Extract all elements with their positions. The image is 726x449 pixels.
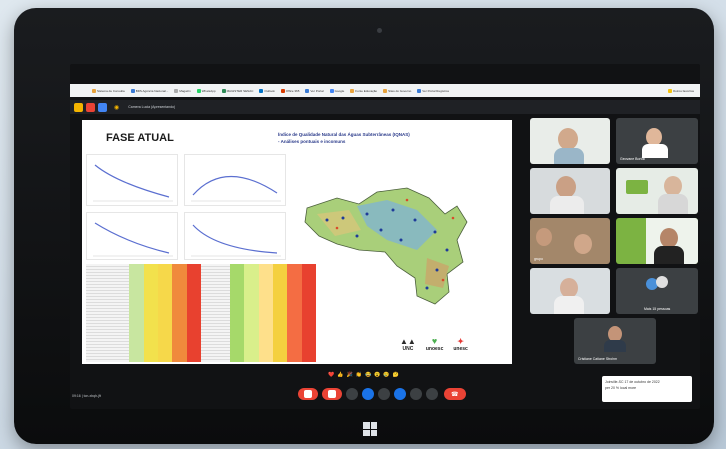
bookmark[interactable]: Outlook [259,88,275,93]
bookmarks-bar: Sistema de Consulta BDS Agência Nacional… [70,84,700,97]
reaction-laugh-icon[interactable]: 😂 [365,372,371,378]
bookmark[interactable]: Google [329,88,344,93]
bookmark[interactable]: Office 365 [280,88,299,93]
reaction-thinking-icon[interactable]: 🤔 [393,372,399,378]
participant-name: grupo [534,257,543,261]
reaction-sad-icon[interactable]: 😢 [383,372,389,378]
participant-tile-more[interactable]: Mais 15 pessoas [616,268,698,314]
mini-chart [184,212,286,260]
hangup-icon: ☎ [451,392,459,398]
chat-line: per 20 % local more [605,386,637,390]
participant-tile[interactable]: grupo [530,218,610,264]
mini-chart [86,154,178,206]
front-camera [377,28,382,33]
slide-subtitle: Índice de Qualidade Natural das Águas Su… [278,131,458,145]
reaction-surprise-icon[interactable]: 😮 [374,372,380,378]
meet-title: Camera Lucia (Apresentando) [128,105,176,109]
captions-button[interactable] [346,388,358,400]
bookmark[interactable]: BDS Agência Nacional... [130,88,168,93]
participant-tile[interactable] [616,218,698,264]
tablet-device: Sistema de Consulta BDS Agência Nacional… [14,8,714,444]
meet-bottom-bar: 09:16 | tcn-xbqh-jft ❤️ 👍 🎉 👏 😂 😮 😢 🤔 ☎ [70,372,700,409]
record-icon[interactable] [74,102,83,112]
bookmark[interactable]: Sistema de Consulta [92,88,125,93]
bookmark[interactable]: WhatsApp [196,88,216,93]
more-options-button[interactable] [410,388,422,400]
mic-toggle-button[interactable] [298,388,318,400]
raise-hand-button[interactable] [394,388,406,400]
live-icon[interactable] [86,102,95,112]
bookmark[interactable]: Sites do Governo [383,88,411,93]
bookmark[interactable]: Fonte Educação [350,88,377,93]
bookmark[interactable]: Magazin [174,88,191,93]
reaction-thumbs-icon[interactable]: 👍 [337,372,343,378]
logo-unoesc: ♥ unoesc [425,336,444,352]
data-table-image [86,264,316,362]
state-map-image [297,170,472,310]
logo-unc: ▲▲ UNC [400,337,416,352]
bookmark[interactable]: Ver Portal Registros [417,88,449,93]
reactions-bar: ❤️ 👍 🎉 👏 😂 😮 😢 🤔 [328,372,399,378]
reaction-heart-icon[interactable]: ❤️ [328,372,334,378]
participant-tile[interactable] [530,168,610,214]
participant-tile[interactable] [530,268,610,314]
bookmark[interactable]: Ver Portal [305,88,324,93]
bookmark-other[interactable]: Outros favoritos [667,88,700,93]
leave-call-button[interactable]: ☎ [444,388,466,400]
slide-title: FASE ATUAL [106,132,174,144]
participant-name: Geovane Bortoli [620,157,646,161]
presentation-slide: FASE ATUAL Índice de Qualidade Natural d… [82,120,512,364]
slide-subtitle-line2: - Análises pontuais e incomuns [278,139,346,144]
meet-top-bar: ◉ Camera Lucia (Apresentando) [70,100,700,114]
mini-chart [184,154,286,206]
tablet-screen: Sistema de Consulta BDS Agência Nacional… [70,64,700,409]
participant-tile[interactable] [616,168,698,214]
mini-chart [86,212,178,260]
participant-tile[interactable]: Cristiane Catiane Strohm [574,318,656,364]
reaction-clap-icon[interactable]: 👏 [356,372,362,378]
chat-panel[interactable]: Joinville-SC 17 de outubro de 2022 per 2… [602,376,692,402]
layout-icon[interactable] [98,102,107,112]
participant-name: Cristiane Catiane Strohm [578,357,618,361]
logo-unesc: ✦ unesc [453,337,468,352]
present-button[interactable] [362,388,374,400]
bookmark[interactable]: MAGISTER SENAC [221,88,253,93]
participant-tile[interactable]: Geovane Bortoli [616,118,698,164]
meeting-time: 09:16 | tcn-xbqh-jft [72,394,101,398]
camera-toggle-button[interactable] [322,388,342,400]
reactions-button[interactable] [378,388,390,400]
windows-logo-icon[interactable] [363,422,377,436]
participant-name: Mais 15 pessoas [644,307,671,311]
presenting-icon: ◉ [114,104,120,111]
participant-tile[interactable] [530,118,610,164]
slide-subtitle-line1: Índice de Qualidade Natural das Águas Su… [278,132,410,137]
info-button[interactable] [426,388,438,400]
reaction-party-icon[interactable]: 🎉 [346,372,352,378]
partner-logos: ▲▲ UNC ♥ unoesc ✦ unesc [400,336,468,352]
